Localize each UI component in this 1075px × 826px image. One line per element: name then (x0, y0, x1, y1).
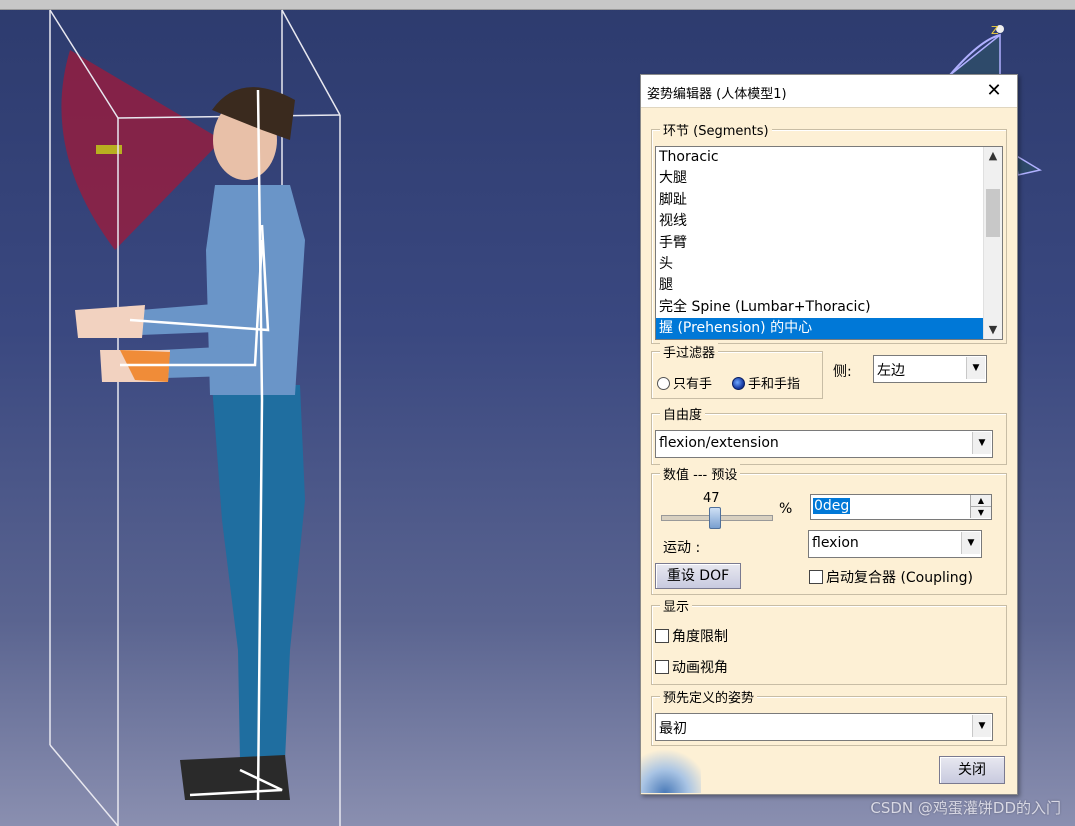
chevron-down-icon[interactable]: ▼ (966, 357, 985, 379)
motion-label: 运动 : (663, 540, 701, 556)
spin-up-icon[interactable]: ▲ (970, 495, 991, 507)
lower-arm (160, 345, 262, 378)
list-item[interactable]: 视线 (656, 211, 1002, 232)
scroll-up-icon[interactable]: ▲ (984, 147, 1002, 165)
list-item[interactable]: 完全 Spine (Lumbar+Thoracic) (656, 297, 1002, 318)
radio-hand-only-indicator[interactable] (657, 377, 670, 390)
scroll-down-icon[interactable]: ▼ (984, 321, 1002, 339)
segments-list: Thoracic 大腿 脚趾 视线 手臂头腿完全 Spine (Lumbar+Thora… (656, 147, 1002, 339)
list-item[interactable]: Thoracic (656, 147, 1002, 168)
side-value: 左边 (877, 363, 905, 379)
coupling-label: 启动复合器 (Coupling) (826, 570, 974, 586)
predefined-select[interactable]: 最初 ▼ (655, 713, 993, 741)
posture-editor-dialog: 姿势编辑器 (人体模型1) ✕ 环节 (Segments) Thoracic 大腿… (640, 74, 1018, 795)
title-bar[interactable]: 姿势编辑器 (人体模型1) ✕ (641, 75, 1017, 108)
segments-scrollbar[interactable]: ▲ ▼ (983, 147, 1002, 339)
coupling-checkbox[interactable]: 启动复合器 (Coupling) (809, 567, 973, 587)
hand-filter-legend: 手过滤器 (660, 342, 719, 361)
slider-value: 47 (703, 491, 720, 506)
angle-limits-box[interactable] (655, 629, 669, 643)
globe-logo (641, 747, 701, 793)
motion-value: flexion (812, 535, 859, 551)
motion-select[interactable]: flexion ▼ (808, 530, 982, 558)
angle-value[interactable]: 0deg (813, 498, 851, 514)
scroll-thumb[interactable] (986, 189, 1000, 237)
side-select[interactable]: 左边 ▼ (873, 355, 987, 383)
segments-listbox[interactable]: Thoracic 大腿 脚趾 视线 手臂头腿完全 Spine (Lumbar+Thora… (655, 146, 1003, 340)
vision-cone (61, 50, 222, 250)
close-icon[interactable]: ✕ (981, 78, 1007, 104)
chevron-down-icon[interactable]: ▼ (972, 432, 991, 454)
radio-hand-fingers-label: 手和手指 (748, 377, 801, 392)
radio-hand-fingers[interactable]: 手和手指 (732, 373, 800, 392)
dof-legend: 自由度 (660, 404, 706, 423)
reset-dof-button[interactable]: 重设 DOF (655, 563, 741, 589)
spin-down-icon[interactable]: ▼ (970, 507, 991, 518)
coupling-checkbox-box[interactable] (809, 570, 823, 584)
list-item[interactable]: 握 (Prehension) 的中心 (656, 318, 1002, 339)
compass-axis-label: Z (991, 24, 999, 37)
list-item[interactable]: 大腿 (656, 168, 1002, 189)
display-legend: 显示 (660, 596, 693, 615)
angle-spinbox[interactable]: 0deg ▲ ▼ (810, 494, 992, 520)
values-legend: 数值 --- 预设 (660, 464, 741, 483)
close-button[interactable]: 关闭 (939, 756, 1005, 784)
animate-view-box[interactable] (655, 660, 669, 674)
radio-hand-only-label: 只有手 (673, 377, 713, 392)
radio-hand-fingers-indicator[interactable] (732, 377, 745, 390)
dialog-title: 姿势编辑器 (人体模型1) (647, 87, 787, 102)
chevron-down-icon[interactable]: ▼ (961, 532, 980, 554)
dof-select[interactable]: flexion/extension ▼ (655, 430, 993, 458)
chevron-down-icon[interactable]: ▼ (972, 715, 991, 737)
segments-legend: 环节 (Segments) (660, 120, 772, 139)
angle-limits-checkbox[interactable]: 角度限制 (655, 626, 728, 646)
list-item[interactable]: 腿 (656, 275, 1002, 296)
percent-unit: % (779, 501, 793, 517)
radio-hand-only[interactable]: 只有手 (657, 373, 712, 392)
animate-view-checkbox[interactable]: 动画视角 (655, 657, 728, 677)
list-item[interactable]: 手臂 (656, 233, 1002, 254)
slider-thumb[interactable] (708, 507, 721, 529)
list-item[interactable]: 脚趾 (656, 190, 1002, 211)
dof-value: flexion/extension (659, 435, 779, 451)
list-item[interactable]: 头 (656, 254, 1002, 275)
predefined-legend: 预先定义的姿势 (660, 687, 758, 706)
angle-limits-label: 角度限制 (672, 629, 728, 645)
watermark: CSDN @鸡蛋灌饼DD的入门 (870, 799, 1061, 817)
percent-slider[interactable] (661, 507, 773, 529)
side-label: 侧: (833, 364, 852, 380)
predefined-value: 最初 (659, 721, 687, 737)
manikin-scene[interactable] (0, 0, 640, 826)
animate-view-label: 动画视角 (672, 660, 728, 676)
